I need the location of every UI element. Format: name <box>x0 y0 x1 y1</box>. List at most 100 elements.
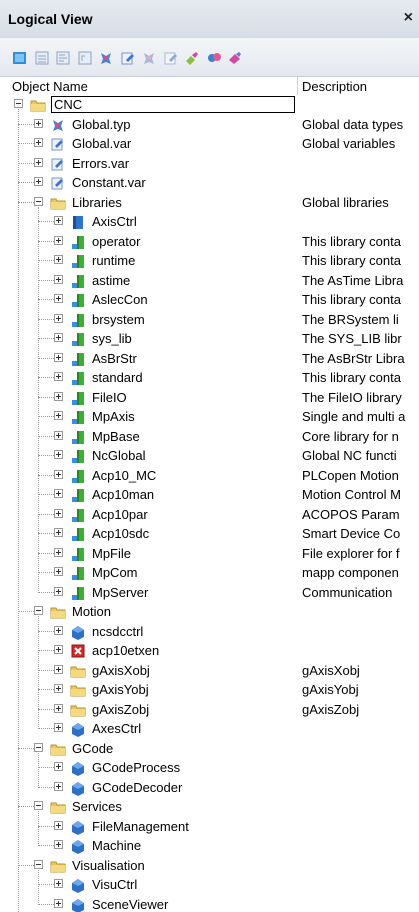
tree-item-name[interactable]: GCodeDecoder <box>92 780 182 795</box>
tree-row[interactable]: operator This library conta <box>0 232 419 251</box>
tree-item-name[interactable]: MpServer <box>92 585 148 600</box>
tree-item-name[interactable]: acp10etxen <box>92 643 159 658</box>
expand-toggle[interactable] <box>54 352 63 362</box>
tree-item-name[interactable]: brsystem <box>92 312 145 327</box>
tree-row[interactable]: FileManagement <box>0 817 419 836</box>
tree-item-name[interactable]: Global.typ <box>72 117 131 132</box>
column-object-name[interactable]: Object Name <box>12 79 88 94</box>
tree-row[interactable]: GCodeDecoder <box>0 778 419 797</box>
tree-row[interactable]: SceneViewer <box>0 895 419 912</box>
tree-item-name[interactable]: MpBase <box>92 429 140 444</box>
tree-item-name[interactable]: Motion <box>72 604 111 619</box>
tree-row[interactable]: Services <box>0 797 419 816</box>
tree-item-name[interactable]: CNC <box>51 96 295 113</box>
tree-row[interactable]: acp10etxen <box>0 641 419 660</box>
remove-icon[interactable] <box>227 50 243 66</box>
expand-toggle[interactable] <box>54 235 63 245</box>
open-icon[interactable] <box>98 50 114 66</box>
tree-item-name[interactable]: VisuCtrl <box>92 877 137 892</box>
tree-item-name[interactable]: Global.var <box>72 136 131 151</box>
tree-item-name[interactable]: MpFile <box>92 546 131 561</box>
tree-item-name[interactable]: runtime <box>92 253 135 268</box>
column-description[interactable]: Description <box>302 79 367 94</box>
tree-row[interactable]: MpCom mapp componen <box>0 563 419 582</box>
tree-item-name[interactable]: Visualisation <box>72 858 145 873</box>
tree-row[interactable]: ncsdcctrl <box>0 622 419 641</box>
tree-item-name[interactable]: FileManagement <box>92 819 189 834</box>
tree-row[interactable]: Acp10par ACOPOS Param <box>0 505 419 524</box>
expand-toggle[interactable] <box>54 664 63 674</box>
expand-toggle[interactable] <box>54 450 63 459</box>
expand-toggle[interactable] <box>54 567 63 576</box>
tree-item-name[interactable]: AxisCtrl <box>92 214 137 229</box>
expand-toggle[interactable] <box>54 313 63 323</box>
deploy-icon[interactable] <box>206 50 222 66</box>
tree-item-name[interactable]: standard <box>92 370 143 385</box>
expand-toggle[interactable] <box>54 684 63 693</box>
tree-row[interactable]: gAxisYobj gAxisYobj <box>0 680 419 699</box>
expand-toggle[interactable] <box>54 781 63 791</box>
tree-row[interactable]: Global.var Global variables <box>0 134 419 153</box>
tree-row[interactable]: gAxisXobj gAxisXobj <box>0 661 419 680</box>
tree-item-name[interactable]: Machine <box>92 838 141 853</box>
collapse-toggle[interactable] <box>34 196 43 206</box>
tree-item-name[interactable]: AxesCtrl <box>92 721 141 736</box>
tree-row[interactable]: Motion <box>0 602 419 621</box>
tree-row[interactable]: Acp10sdc Smart Device Co <box>0 524 419 543</box>
tree-item-name[interactable]: Constant.var <box>72 175 146 190</box>
copy-icon[interactable] <box>141 50 157 66</box>
expand-toggle[interactable] <box>34 118 43 128</box>
properties-icon[interactable] <box>77 50 93 66</box>
edit-icon[interactable] <box>120 50 136 66</box>
column-divider[interactable] <box>297 77 298 95</box>
close-icon[interactable]: × <box>404 9 413 27</box>
expand-toggle[interactable] <box>54 645 63 654</box>
tree-row[interactable]: CNC <box>0 95 419 114</box>
tree-item-name[interactable]: astime <box>92 273 130 288</box>
tree-item-name[interactable]: operator <box>92 234 140 249</box>
collapse-toggle[interactable] <box>34 859 43 869</box>
link-icon[interactable] <box>184 50 200 66</box>
tree-item-name[interactable]: MpCom <box>92 565 138 580</box>
expand-toggle[interactable] <box>54 411 63 420</box>
expand-toggle[interactable] <box>54 469 63 479</box>
tree-item-name[interactable]: Acp10par <box>92 507 148 522</box>
tree-row[interactable]: MpFile File explorer for f <box>0 544 419 563</box>
tree-row[interactable]: NcGlobal Global NC functi <box>0 446 419 465</box>
tree-item-name[interactable]: NcGlobal <box>92 448 145 463</box>
tree-row[interactable]: Machine <box>0 836 419 855</box>
tree-item-name[interactable]: Acp10_MC <box>92 468 156 483</box>
expand-toggle[interactable] <box>54 898 63 908</box>
tree-row[interactable]: Constant.var <box>0 173 419 192</box>
expand-toggle[interactable] <box>34 138 43 147</box>
expand-toggle[interactable] <box>54 879 63 888</box>
expand-toggle[interactable] <box>54 723 63 732</box>
tree-item-name[interactable]: GCodeProcess <box>92 760 180 775</box>
tree-row[interactable]: FileIO The FileIO library <box>0 388 419 407</box>
expand-toggle[interactable] <box>54 430 63 440</box>
expand-toggle[interactable] <box>54 820 63 830</box>
tree-item-name[interactable]: Services <box>72 799 122 814</box>
tree-row[interactable]: standard This library conta <box>0 368 419 387</box>
list-view-icon[interactable] <box>34 50 50 66</box>
expand-toggle[interactable] <box>54 625 63 635</box>
tree-item-name[interactable]: sys_lib <box>92 331 132 346</box>
expand-toggle[interactable] <box>54 489 63 498</box>
tree-row[interactable]: MpBase Core library for n <box>0 427 419 446</box>
expand-toggle[interactable] <box>54 586 63 596</box>
tree-row[interactable]: astime The AsTime Libra <box>0 271 419 290</box>
tree-row[interactable]: Global.typ Global data types <box>0 115 419 134</box>
tree-row[interactable]: GCode <box>0 739 419 758</box>
paste-icon[interactable] <box>163 50 179 66</box>
expand-toggle[interactable] <box>54 703 63 713</box>
expand-toggle[interactable] <box>54 762 63 771</box>
expand-toggle[interactable] <box>54 274 63 284</box>
detail-view-icon[interactable] <box>55 50 71 66</box>
tree-row[interactable]: GCodeProcess <box>0 758 419 777</box>
tree-row[interactable]: AxisCtrl <box>0 212 419 231</box>
expand-toggle[interactable] <box>54 372 63 381</box>
tree-row[interactable]: Libraries Global libraries <box>0 193 419 212</box>
expand-toggle[interactable] <box>54 255 63 264</box>
expand-toggle[interactable] <box>34 157 43 167</box>
tree-item-name[interactable]: Errors.var <box>72 156 129 171</box>
